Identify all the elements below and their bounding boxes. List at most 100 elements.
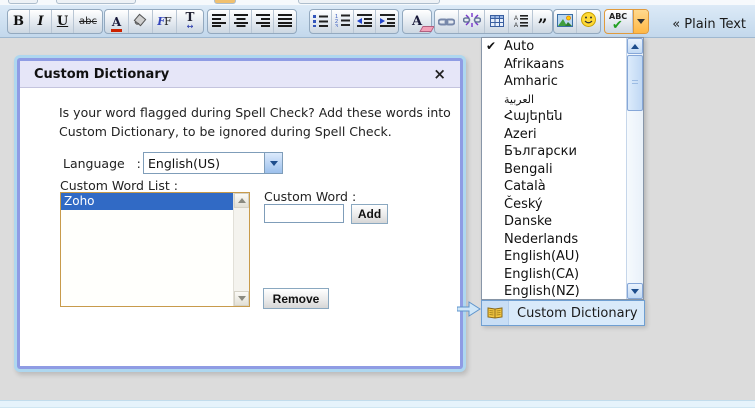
dialog-title: Custom Dictionary xyxy=(34,67,169,82)
emoticon-button[interactable] xyxy=(577,10,600,33)
menu-item-language[interactable]: Nederlands xyxy=(482,231,643,249)
dialog-titlebar[interactable]: Custom Dictionary × xyxy=(20,61,460,88)
menu-item-language[interactable]: Amharic xyxy=(482,73,643,91)
menu-icon-strip xyxy=(482,301,509,325)
spellcheck-dropdown-button[interactable] xyxy=(633,10,648,33)
numbered-list-button[interactable]: 123 xyxy=(332,10,354,33)
definition-list-icon: AA xyxy=(514,12,528,31)
bullet-list-button[interactable] xyxy=(310,10,332,33)
font-color-button[interactable]: A xyxy=(105,10,129,33)
menu-item-language[interactable]: Հայերեն xyxy=(482,108,643,126)
clear-format-button[interactable]: A xyxy=(403,10,431,33)
custom-dictionary-dialog: Custom Dictionary × Is your word flagged… xyxy=(14,55,466,372)
bold-button[interactable]: B xyxy=(8,10,30,33)
dialog-inner-border: Custom Dictionary × Is your word flagged… xyxy=(17,58,463,369)
image-icon xyxy=(557,12,573,31)
menu-item-auto[interactable]: ✔ Auto xyxy=(482,38,643,56)
word-list-item[interactable]: Zoho xyxy=(61,193,233,210)
definition-list-button[interactable]: AA xyxy=(509,10,533,33)
scroll-down-button[interactable] xyxy=(234,291,249,306)
arrow-down-icon xyxy=(631,289,639,294)
listbox-scrollbar[interactable] xyxy=(233,193,249,306)
partial-button xyxy=(56,0,136,4)
align-right-button[interactable] xyxy=(252,10,274,33)
menu-item-language[interactable]: Azeri xyxy=(482,126,643,144)
spellcheck-icon: ABC ✔ xyxy=(605,10,632,33)
close-icon[interactable]: × xyxy=(433,67,446,81)
align-left-icon xyxy=(212,12,226,31)
scroll-down-button[interactable] xyxy=(627,283,643,299)
paint-bucket-icon xyxy=(133,12,148,31)
editor-screen: B I U abc A FF T↔ 123 xyxy=(0,0,755,408)
insert-image-button[interactable] xyxy=(554,10,577,33)
dialog-body: Custom Dictionary × Is your word flagged… xyxy=(20,61,460,366)
scroll-up-button[interactable] xyxy=(234,193,249,208)
menu-item-language[interactable]: English(NZ) xyxy=(482,283,643,301)
indent-icon xyxy=(380,12,395,31)
align-left-button[interactable] xyxy=(208,10,230,33)
scroll-up-button[interactable] xyxy=(627,38,643,54)
list-indent-group: 123 xyxy=(309,9,399,34)
outdent-icon xyxy=(357,12,372,31)
custom-word-input[interactable] xyxy=(264,204,344,223)
bottom-strip xyxy=(0,400,755,408)
clear-format-group: A xyxy=(402,9,432,34)
menu-item-language[interactable]: العربية xyxy=(482,91,643,109)
menu-item-language[interactable]: Български xyxy=(482,143,643,161)
highlight-color-button[interactable] xyxy=(129,10,153,33)
justify-icon xyxy=(278,12,292,31)
svg-text:3: 3 xyxy=(335,24,338,27)
menu-item-language[interactable]: Bengali xyxy=(482,161,643,179)
italic-button[interactable]: I xyxy=(30,10,52,33)
quote-icon: ” xyxy=(538,21,548,31)
arrow-up-icon xyxy=(238,198,246,203)
menu-scrollbar[interactable] xyxy=(626,38,643,299)
justify-button[interactable] xyxy=(274,10,296,33)
strikethrough-button[interactable]: abc xyxy=(74,10,102,33)
scrollbar-thumb[interactable] xyxy=(627,55,643,111)
link-icon xyxy=(438,12,455,31)
add-button[interactable]: Add xyxy=(351,204,388,224)
italic-icon: I xyxy=(37,14,43,29)
description-line: Custom Dictionary, to be ignored during … xyxy=(59,122,451,141)
spellcheck-button[interactable]: ABC ✔ xyxy=(605,10,633,33)
select-dropdown-button[interactable] xyxy=(264,153,282,173)
menu-item-language[interactable]: Český xyxy=(482,196,643,214)
font-size-button[interactable]: T↔ xyxy=(177,10,203,33)
unlink-button[interactable] xyxy=(459,10,485,33)
outdent-button[interactable] xyxy=(354,10,376,33)
dialog-description: Is your word flagged during Spell Check?… xyxy=(59,103,451,141)
partial-button xyxy=(298,0,440,4)
arrow-down-icon xyxy=(238,296,246,301)
language-dropdown-menu: ✔ Auto Afrikaans Amharic العربية Հայերեն… xyxy=(481,37,644,300)
remove-button[interactable]: Remove xyxy=(263,288,329,309)
plain-text-toggle[interactable]: « Plain Text xyxy=(672,17,746,32)
arrow-up-icon xyxy=(631,44,639,49)
font-group: A FF T↔ xyxy=(104,9,204,34)
font-name-button[interactable]: FF xyxy=(153,10,177,33)
align-center-button[interactable] xyxy=(230,10,252,33)
menu-item-language[interactable]: Afrikaans xyxy=(482,56,643,74)
language-label: Language : xyxy=(63,156,141,171)
formatting-toolbar: B I U abc A FF T↔ 123 xyxy=(0,5,755,38)
language-select[interactable]: English(US) xyxy=(143,152,283,174)
pointer-arrow-icon xyxy=(457,301,481,321)
font-color-icon: A xyxy=(112,15,121,29)
blockquote-button[interactable]: ” xyxy=(533,10,552,33)
indent-button[interactable] xyxy=(376,10,398,33)
custom-word-listbox[interactable]: Zoho xyxy=(60,192,250,307)
underline-button[interactable]: U xyxy=(52,10,74,33)
link-button[interactable] xyxy=(435,10,459,33)
underline-icon: U xyxy=(57,14,68,29)
svg-text:A: A xyxy=(514,16,518,22)
bullet-list-icon xyxy=(313,12,328,31)
table-button[interactable] xyxy=(485,10,509,33)
menu-item-language[interactable]: English(CA) xyxy=(482,266,643,284)
custom-dictionary-menu-item[interactable]: Custom Dictionary xyxy=(481,300,645,326)
menu-item-language[interactable]: English(AU) xyxy=(482,248,643,266)
menu-item-language[interactable]: Danske xyxy=(482,213,643,231)
custom-word-label: Custom Word : xyxy=(264,189,356,204)
menu-item-language[interactable]: Català xyxy=(482,178,643,196)
svg-text:A: A xyxy=(514,23,518,27)
alignment-group xyxy=(207,9,297,34)
